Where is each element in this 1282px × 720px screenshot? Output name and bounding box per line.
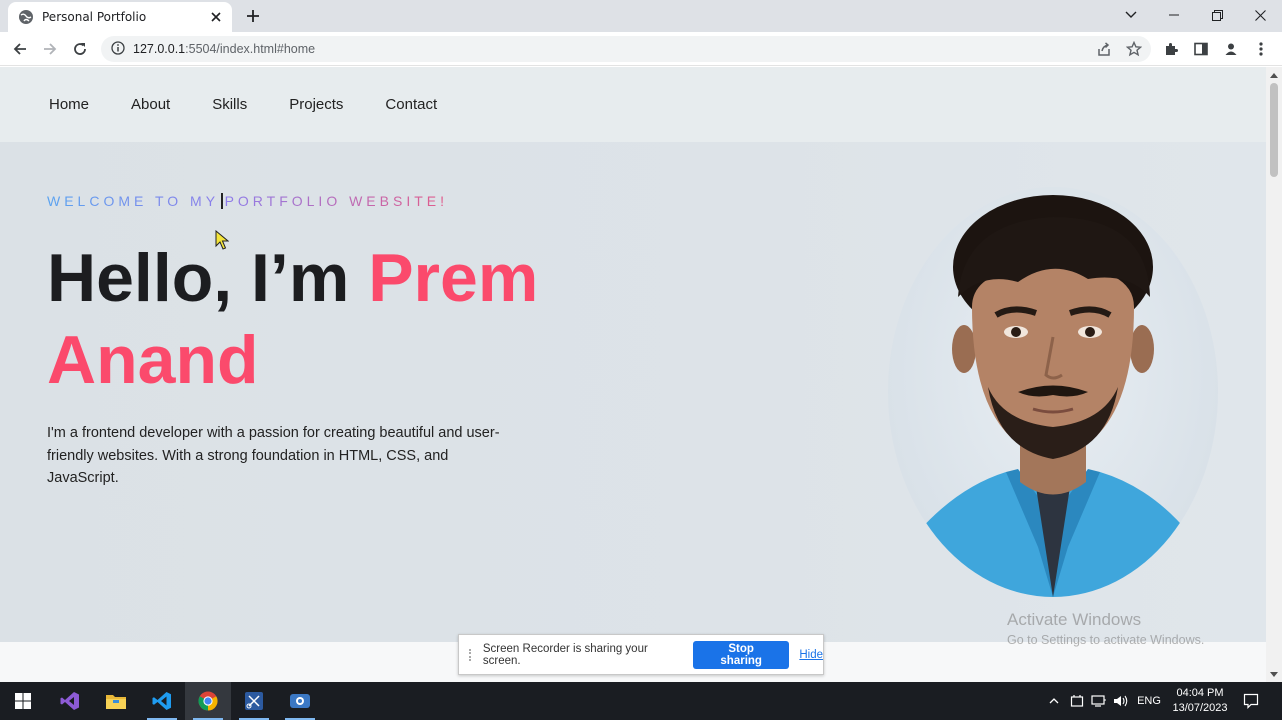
profile-icon[interactable] (1219, 37, 1243, 61)
visual-studio-icon[interactable] (47, 682, 93, 720)
intro-paragraph: I'm a frontend developer with a passion … (47, 425, 500, 486)
nav-home[interactable]: Home (49, 96, 89, 113)
screen-share-bar: Screen Recorder is sharing your screen. … (458, 634, 824, 675)
globe-icon (18, 9, 34, 25)
welcome-rest: PORTFOLIO WEBSITE! (224, 193, 448, 209)
volume-icon[interactable] (1111, 682, 1131, 720)
reload-icon[interactable] (68, 37, 92, 61)
hero-headline: Hello, I’m Prem Anand (47, 237, 687, 401)
profile-photo (888, 187, 1218, 597)
scroll-up-icon[interactable] (1270, 71, 1278, 79)
stop-sharing-button[interactable]: Stop sharing (693, 640, 790, 669)
snipping-tool-icon[interactable] (231, 682, 277, 720)
info-icon[interactable] (111, 40, 125, 59)
forward-arrow-icon[interactable] (38, 37, 62, 61)
drag-handle-icon[interactable] (469, 648, 475, 661)
screen-recorder-icon[interactable] (277, 682, 323, 720)
browser-tab[interactable]: Personal Portfolio (8, 2, 232, 32)
watermark-title: Activate Windows (1007, 610, 1142, 629)
menu-kebab-icon[interactable] (1249, 37, 1273, 61)
site-navbar: Home About Skills Projects Contact (0, 67, 1266, 142)
chrome-icon[interactable] (185, 682, 231, 720)
hero-section: WELCOME TO MY PORTFOLIO WEBSITE! Hello, I… (0, 142, 1266, 642)
browser-toolbar: 127.0.0.1:5504/index.html#home (0, 32, 1282, 66)
back-arrow-icon[interactable] (8, 37, 32, 61)
url-text: 127.0.0.1:5504/index.html#home (133, 42, 315, 56)
name-last: Anand (47, 322, 259, 398)
minimize-button[interactable] (1152, 0, 1196, 30)
close-window-button[interactable] (1238, 0, 1282, 30)
nav-skills[interactable]: Skills (212, 96, 247, 113)
welcome-typing-text: WELCOME TO MY PORTFOLIO WEBSITE! (47, 193, 448, 209)
nav-contact[interactable]: Contact (385, 96, 437, 113)
share-icon[interactable] (1092, 37, 1116, 61)
restore-button[interactable] (1195, 0, 1239, 30)
page-viewport: Home About Skills Projects Contact WELCO… (0, 67, 1266, 682)
tab-title: Personal Portfolio (42, 10, 147, 24)
file-explorer-icon[interactable] (93, 682, 139, 720)
bookmark-star-icon[interactable] (1122, 37, 1146, 61)
close-tab-icon[interactable] (208, 9, 224, 25)
nav-projects[interactable]: Projects (289, 96, 343, 113)
nav-about[interactable]: About (131, 96, 170, 113)
windows-taskbar: ENG 04:04 PM 13/07/2023 (0, 682, 1282, 720)
scroll-thumb[interactable] (1270, 83, 1278, 177)
language-label: ENG (1137, 695, 1161, 707)
welcome-typed: WELCOME TO MY (47, 193, 220, 209)
tray-chevron-up-icon[interactable] (1044, 682, 1064, 720)
mouse-cursor-icon (215, 229, 230, 254)
url-path: :5504/index.html#home (185, 42, 316, 56)
url-host: 127.0.0.1 (133, 42, 186, 56)
clock-date: 13/07/2023 (1172, 702, 1228, 714)
tab-search-icon[interactable] (1109, 0, 1153, 30)
name-first: Prem (368, 240, 539, 316)
activate-windows-watermark: Activate Windows Go to Settings to activ… (1007, 610, 1204, 647)
start-icon[interactable] (0, 682, 46, 720)
extensions-puzzle-icon[interactable] (1159, 37, 1183, 61)
side-panel-icon[interactable] (1189, 37, 1213, 61)
language-indicator[interactable]: ENG (1135, 682, 1163, 720)
meet-now-icon[interactable] (1067, 682, 1087, 720)
vscode-icon[interactable] (139, 682, 185, 720)
scroll-down-icon[interactable] (1270, 670, 1278, 678)
hide-link[interactable]: Hide (799, 649, 823, 661)
new-tab-button[interactable] (242, 5, 264, 27)
clock-time: 04:04 PM (1176, 687, 1224, 699)
page-scrollbar[interactable] (1266, 67, 1282, 682)
tab-strip: Personal Portfolio (0, 0, 1282, 32)
greeting-text: Hello, I’m (47, 240, 369, 316)
watermark-subtitle: Go to Settings to activate Windows. (1007, 633, 1205, 647)
network-icon[interactable] (1089, 682, 1109, 720)
system-clock[interactable]: 04:04 PM 13/07/2023 (1162, 686, 1238, 716)
typing-caret (221, 193, 223, 209)
address-bar[interactable]: 127.0.0.1:5504/index.html#home (101, 36, 1151, 62)
share-message: Screen Recorder is sharing your screen. (482, 642, 648, 667)
notification-icon[interactable] (1240, 682, 1262, 720)
